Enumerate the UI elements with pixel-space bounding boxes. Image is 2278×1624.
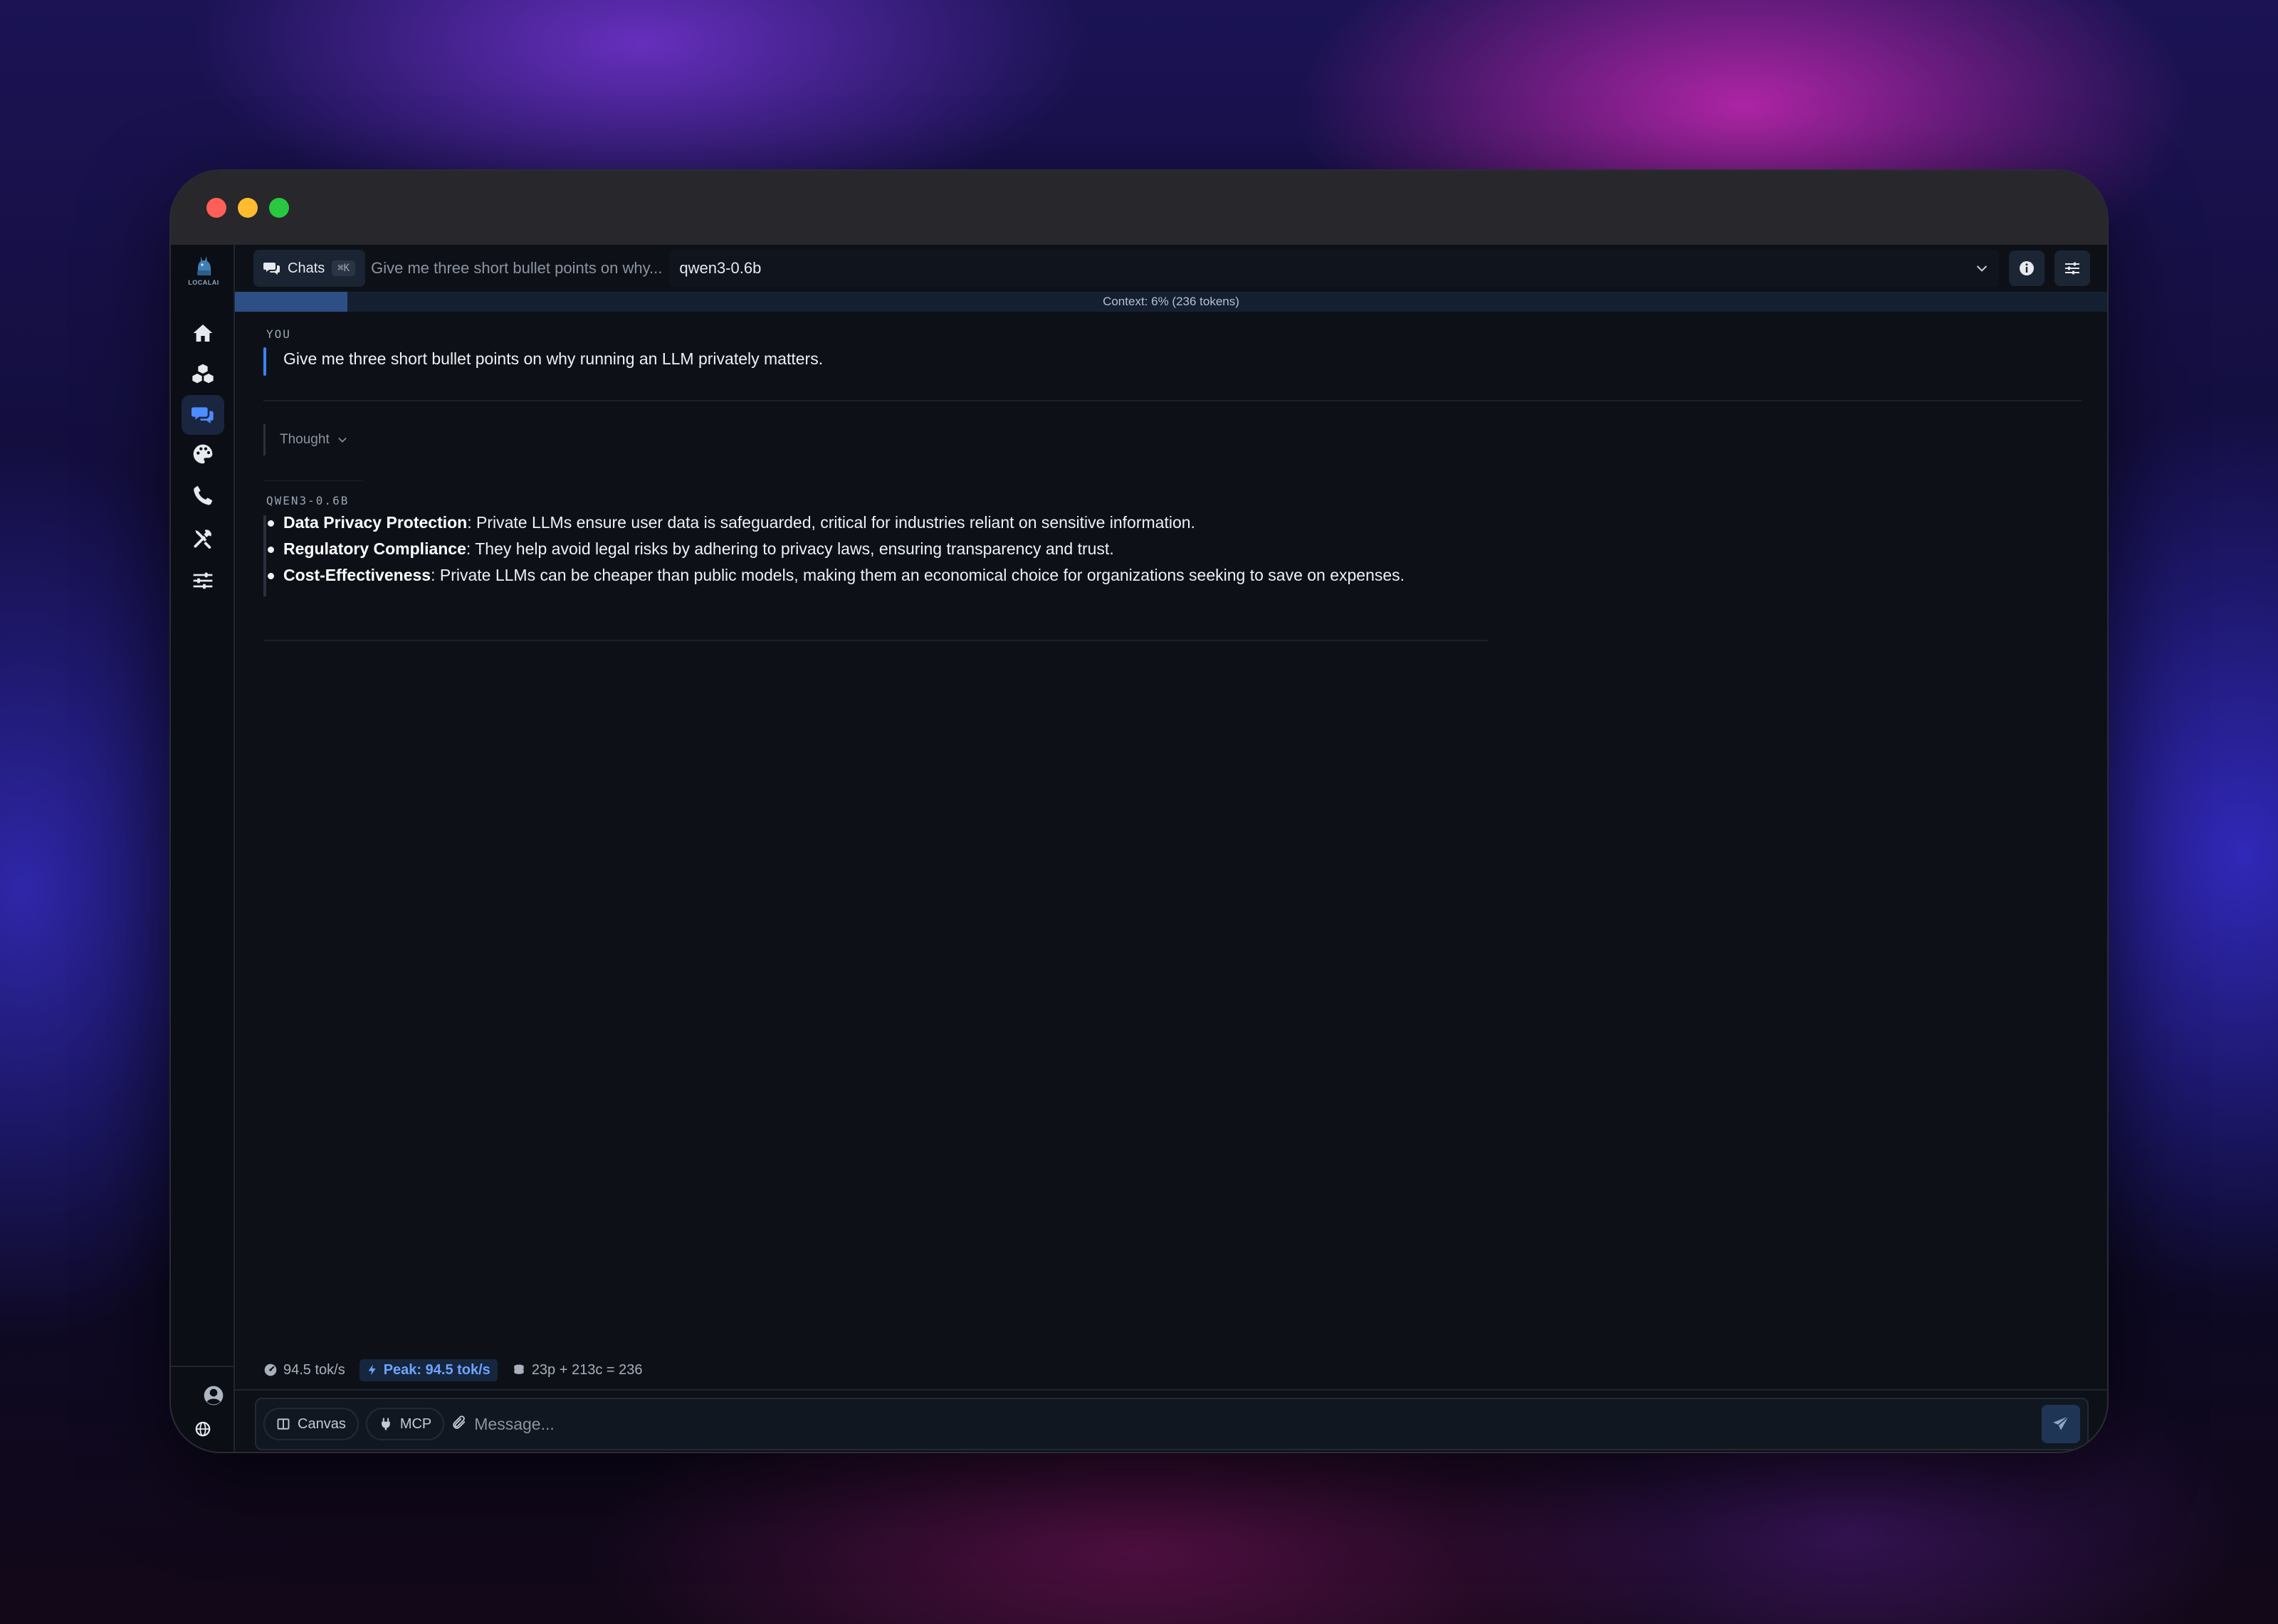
thought-toggle[interactable]: Thought [263,424,348,455]
assistant-label: QWEN3-0.6B [266,494,350,507]
composer-divider [235,1389,2107,1391]
columns-icon [277,1418,290,1430]
user-icon [204,1386,224,1406]
app-window: LOCALAI Chats ⌘K Give me three short bul… [169,169,2109,1453]
user-label: YOU [266,327,291,341]
thought-divider [263,480,363,481]
tools-icon [194,529,211,549]
attach-button[interactable] [451,1415,467,1434]
model-info-button[interactable] [2009,251,2045,286]
token-count-stat: 23p + 213c = 236 [512,1362,643,1378]
close-window-button[interactable] [206,198,226,218]
chat-icon [191,407,214,423]
plug-icon [381,1418,390,1430]
list-item: Regulatory Compliance: They help avoid l… [266,536,1405,562]
send-icon [2053,1415,2069,1430]
sidebar-item-chat[interactable] [182,395,224,435]
bullet-title: Data Privacy Protection [283,513,468,532]
sidebar-item-tools[interactable] [182,519,224,559]
assistant-message: Data Privacy Protection: Private LLMs en… [266,510,1405,589]
model-name: qwen3-0.6b [679,259,762,277]
bullet-title: Cost-Effectiveness [283,566,431,584]
user-message: Give me three short bullet points on why… [283,349,824,368]
generation-stats: 94.5 tok/s Peak: 94.5 tok/s 23p + 213c =… [263,1359,643,1381]
sidebar-item-image[interactable] [182,434,224,474]
chats-icon [263,263,280,275]
app-logo[interactable]: LOCALAI [187,253,221,290]
speed-stat: 94.5 tok/s [263,1362,345,1378]
mcp-toggle[interactable]: MCP [365,1408,445,1440]
speed-value: 94.5 tok/s [283,1361,345,1378]
canvas-toggle[interactable]: Canvas [263,1408,359,1440]
chat-panel: Chats ⌘K Give me three short bullet poin… [235,245,2107,1452]
sidebar-divider [171,1366,233,1367]
settings-sliders-icon [193,572,213,589]
sidebar-item-settings[interactable] [182,561,224,601]
coins-icon [514,1364,524,1374]
message-input[interactable] [474,1406,2035,1442]
palette-icon [193,444,213,464]
sidebar-item-voice[interactable] [182,475,224,515]
sidebar-item-home[interactable] [182,313,224,353]
mcp-label: MCP [399,1415,432,1432]
sidebar: LOCALAI [171,245,235,1452]
paperclip-icon [453,1415,466,1429]
minimize-window-button[interactable] [238,198,258,218]
peak-speed-value: Peak: 94.5 tok/s [383,1361,490,1378]
chevron-down-icon [1977,265,1987,272]
send-button[interactable] [2042,1405,2080,1443]
bullet-title: Regulatory Compliance [283,539,466,558]
maximize-window-button[interactable] [269,198,289,218]
bullet-text: : Private LLMs can be cheaper than publi… [431,566,1405,584]
model-select[interactable]: qwen3-0.6b [669,250,1999,287]
message-divider [263,400,2082,401]
message-composer: Canvas MCP [255,1398,2089,1450]
bullet-text: : Private LLMs ensure user data is safeg… [467,513,1195,532]
list-item: Data Privacy Protection: Private LLMs en… [266,510,1405,536]
bullet-text: : They help avoid legal risks by adherin… [466,539,1114,558]
globe-icon [195,1421,211,1437]
sliders-icon [2065,262,2079,275]
chat-topbar: Chats ⌘K Give me three short bullet poin… [235,245,2107,292]
chats-label: Chats [288,260,325,276]
user-message-accent [263,347,266,376]
thought-label: Thought [280,432,330,447]
conversation-title[interactable]: Give me three short bullet points on why… [371,259,662,278]
home-icon [193,325,213,342]
canvas-label: Canvas [298,1415,346,1432]
chats-shortcut: ⌘K [332,260,356,276]
context-usage-text: Context: 6% (236 tokens) [1103,295,1239,308]
sidebar-item-models[interactable] [182,354,224,394]
context-usage-bar: Context: 6% (236 tokens) [235,292,2107,312]
chats-button[interactable]: Chats ⌘K [253,250,366,287]
token-count-value: 23p + 213c = 236 [531,1361,643,1378]
list-item: Cost-Effectiveness: Private LLMs can be … [266,562,1405,589]
gauge-icon [264,1364,277,1376]
chevron-down-icon [338,438,347,443]
models-icon [192,364,214,384]
message-divider [263,640,1488,641]
system-settings-button[interactable] [182,1443,224,1452]
bolt-icon [368,1364,376,1376]
title-bar [171,171,2107,245]
chat-settings-button[interactable] [2054,251,2090,286]
logo-text: LOCALAI [188,279,219,286]
llama-logo-icon [197,256,211,275]
peak-speed-badge: Peak: 94.5 tok/s [359,1359,498,1381]
info-icon [2020,261,2034,275]
phone-icon [194,485,213,505]
